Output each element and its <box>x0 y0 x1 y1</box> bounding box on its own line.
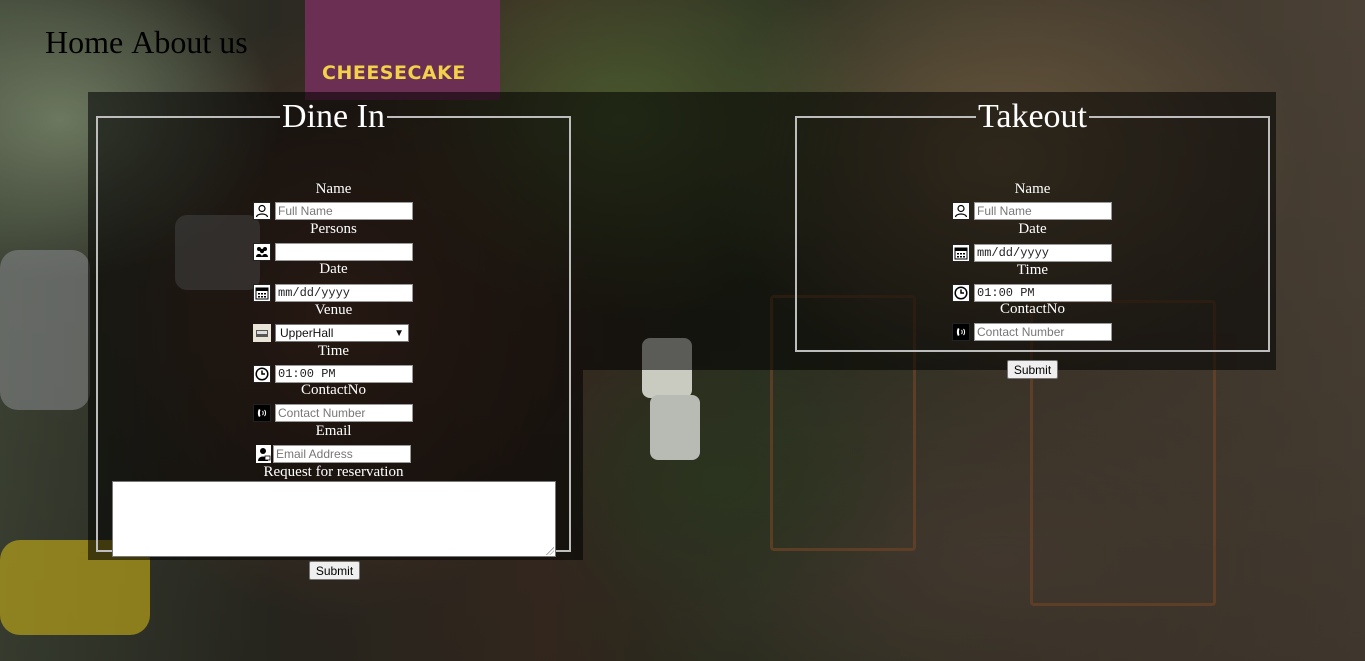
nav-home-link[interactable]: Home <box>45 24 123 60</box>
takeout-date-row: mm/dd/yyyy <box>952 244 1112 262</box>
dine-name-label: Name <box>315 181 352 197</box>
user-icon <box>952 202 970 220</box>
takeout-submit-button[interactable]: Submit <box>1007 360 1058 379</box>
takeout-name-label: Name <box>1014 181 1051 197</box>
dine-persons-input[interactable] <box>275 243 413 261</box>
background-jug <box>650 395 700 460</box>
dine-in-form: Dine In Name Full Name Persons Date mm/d… <box>96 98 571 580</box>
takeout-contact-label: ContactNo <box>1000 301 1065 317</box>
calendar-icon <box>253 284 271 302</box>
clock-icon <box>952 284 970 302</box>
takeout-time-label: Time <box>1016 262 1049 278</box>
dine-email-label: Email <box>315 423 352 439</box>
phone-icon <box>253 404 271 422</box>
dine-date-input[interactable]: mm/dd/yyyy <box>275 284 413 302</box>
dine-contact-input[interactable]: Contact Number <box>275 404 413 422</box>
dine-venue-label: Venue <box>314 302 353 318</box>
dine-venue-row: UpperHall ▼ <box>253 324 409 342</box>
dine-persons-label: Persons <box>310 221 357 237</box>
dine-email-row: Email Address <box>256 445 411 463</box>
calendar-icon <box>952 244 970 262</box>
takeout-date-input[interactable]: mm/dd/yyyy <box>974 244 1112 262</box>
dine-name-row: Full Name <box>253 202 413 220</box>
background-car <box>0 250 90 410</box>
dine-in-title: Dine In <box>282 98 385 135</box>
dine-time-row: 01:00 PM <box>253 365 413 383</box>
takeout-time-row: 01:00 PM <box>952 284 1112 302</box>
takeout-name-input[interactable]: Full Name <box>974 202 1112 220</box>
dine-request-label: Request for reservation <box>263 464 404 480</box>
takeout-title: Takeout <box>977 98 1088 135</box>
dine-name-input[interactable]: Full Name <box>275 202 413 220</box>
dine-time-label: Time <box>317 343 350 359</box>
chevron-down-icon: ▼ <box>394 327 404 339</box>
dine-time-input[interactable]: 01:00 PM <box>275 365 413 383</box>
takeout-contact-row: Contact Number <box>952 323 1112 341</box>
phone-icon <box>952 323 970 341</box>
nav-about-link[interactable]: About us <box>131 24 247 60</box>
takeout-time-input[interactable]: 01:00 PM <box>974 284 1112 302</box>
background-sign <box>305 0 500 100</box>
clock-icon <box>253 365 271 383</box>
dine-venue-select[interactable]: UpperHall ▼ <box>275 324 409 342</box>
dine-date-label: Date <box>319 261 348 277</box>
takeout-date-label: Date <box>1018 221 1047 237</box>
dine-contact-row: Contact Number <box>253 404 413 422</box>
dine-submit-button[interactable]: Submit <box>309 561 360 580</box>
user-icon <box>253 202 271 220</box>
dine-date-row: mm/dd/yyyy <box>253 284 413 302</box>
venue-icon <box>253 324 271 342</box>
dine-request-textarea[interactable] <box>112 481 556 557</box>
takeout-name-row: Full Name <box>952 202 1112 220</box>
dine-contact-label: ContactNo <box>301 382 366 398</box>
resize-handle-icon[interactable] <box>546 547 554 555</box>
top-nav: Home About us <box>45 24 256 61</box>
dine-venue-selected: UpperHall <box>280 326 334 340</box>
takeout-form: Takeout Name Full Name Date mm/dd/yyyy T… <box>795 98 1270 379</box>
dine-persons-row <box>253 243 413 261</box>
person-email-icon <box>256 445 271 463</box>
background-sign-text: CHEESECAKE <box>322 62 466 84</box>
takeout-contact-input[interactable]: Contact Number <box>974 323 1112 341</box>
group-icon <box>253 243 271 261</box>
dine-email-input[interactable]: Email Address <box>273 445 411 463</box>
